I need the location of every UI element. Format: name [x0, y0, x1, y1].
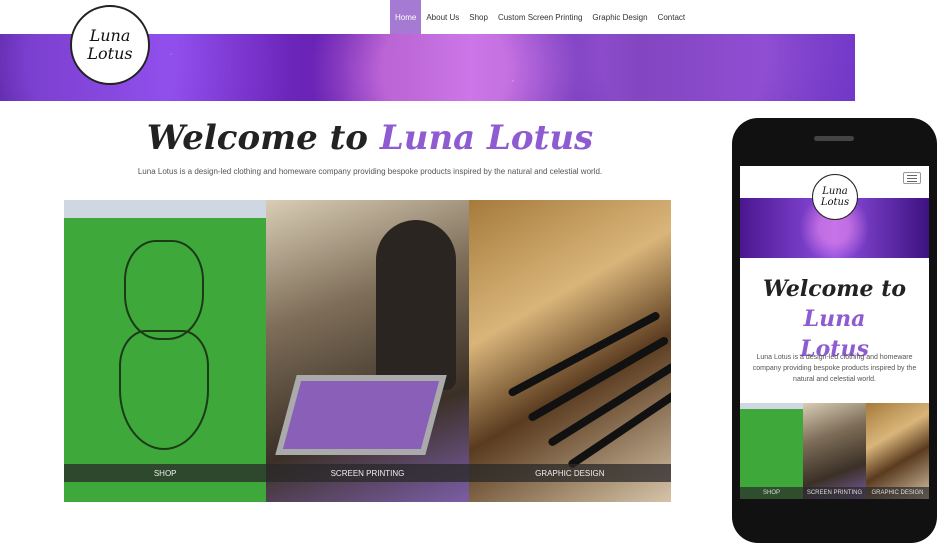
nav-graphic-design[interactable]: Graphic Design: [587, 0, 652, 34]
nav-contact[interactable]: Contact: [653, 0, 691, 34]
mobile-tile-graphic-design[interactable]: GRAPHIC DESIGN: [866, 403, 929, 499]
tile-graphic-design-label: GRAPHIC DESIGN: [468, 464, 671, 482]
nav-about-us[interactable]: About Us: [421, 0, 464, 34]
logo-line-2: Lotus: [87, 44, 133, 63]
tile-shop[interactable]: SHOP: [64, 200, 267, 502]
mobile-tile-screen-printing[interactable]: SCREEN PRINTING: [803, 403, 866, 499]
shirt-illustration-beard: [119, 330, 209, 450]
mobile-logo-line-2: Lotus: [820, 197, 850, 208]
mobile-page-title: Welcome to Luna Lotus: [740, 274, 929, 364]
logo-line-1: Luna: [89, 26, 131, 45]
title-prefix: Welcome to: [146, 118, 380, 158]
mobile-logo-line-1: Luna: [822, 186, 848, 197]
main-nav: Home About Us Shop Custom Screen Printin…: [390, 0, 690, 34]
shirt-illustration-head: [124, 240, 204, 340]
mobile-title-prefix: Welcome to: [762, 276, 907, 302]
nav-custom-screen-printing[interactable]: Custom Screen Printing: [493, 0, 587, 34]
desktop-mockup: Luna Lotus Home About Us Shop Custom Scr…: [0, 0, 860, 550]
phone-mockup: Luna Lotus Welcome to Luna Lotus Luna Lo…: [732, 118, 937, 543]
tile-graphic-design[interactable]: GRAPHIC DESIGN: [468, 200, 671, 502]
phone-speaker: [814, 136, 854, 141]
intro-text: Luna Lotus is a design-led clothing and …: [137, 167, 603, 176]
tile-screen-printing[interactable]: SCREEN PRINTING: [266, 200, 469, 502]
mobile-intro-text: Luna Lotus is a design-led clothing and …: [752, 354, 917, 383]
page-title: Welcome to Luna Lotus: [0, 118, 740, 158]
phone-screen: Luna Lotus Welcome to Luna Lotus Luna Lo…: [740, 166, 929, 499]
mobile-tile-shop[interactable]: SHOP: [740, 403, 803, 499]
mobile-tile-screen-printing-label: SCREEN PRINTING: [803, 487, 866, 499]
nav-home[interactable]: Home: [390, 0, 422, 34]
title-accent: Luna Lotus: [379, 118, 594, 158]
print-screen-image: [275, 375, 448, 455]
mobile-title-accent-1: Luna: [803, 306, 866, 332]
mobile-site-logo[interactable]: Luna Lotus: [812, 174, 858, 220]
mobile-tile-shop-label: SHOP: [740, 487, 803, 499]
feature-tiles: SHOP SCREEN PRINTING GRAPHIC DESIGN: [64, 200, 671, 502]
mobile-tile-graphic-design-label: GRAPHIC DESIGN: [866, 487, 929, 499]
printer-person-image: [376, 220, 457, 390]
nav-shop[interactable]: Shop: [464, 0, 493, 34]
tile-screen-printing-label: SCREEN PRINTING: [266, 464, 469, 482]
site-logo[interactable]: Luna Lotus: [70, 5, 150, 85]
tile-shop-label: SHOP: [64, 464, 267, 482]
mobile-feature-tiles: SHOP SCREEN PRINTING GRAPHIC DESIGN: [740, 403, 929, 499]
hamburger-menu-icon[interactable]: [903, 172, 921, 184]
